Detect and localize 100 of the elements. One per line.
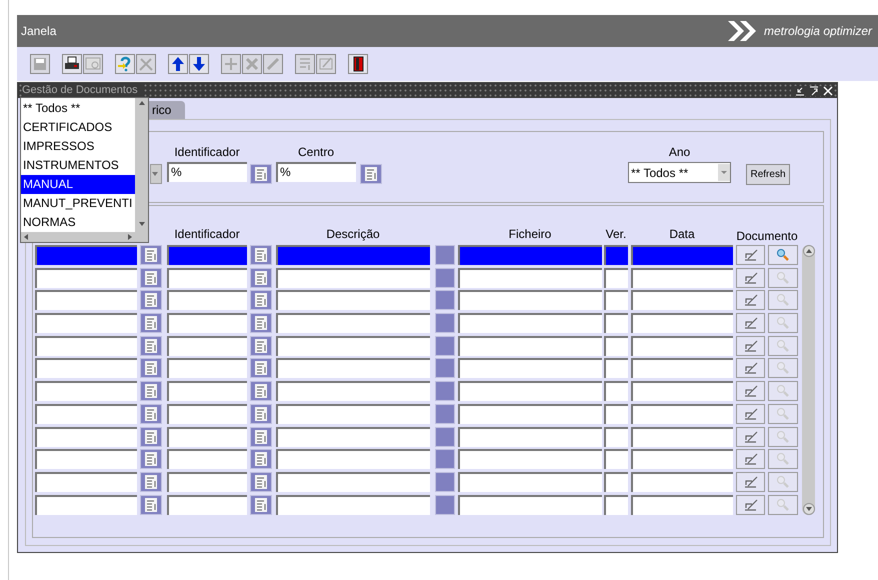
- edit-button[interactable]: [736, 472, 765, 492]
- table-cell[interactable]: [631, 313, 733, 334]
- table-cell[interactable]: [35, 404, 137, 424]
- list-button[interactable]: [250, 449, 272, 470]
- minimize-icon[interactable]: [795, 86, 805, 96]
- menu-item[interactable]: Janela: [17, 22, 56, 40]
- table-cell[interactable]: [631, 381, 733, 402]
- edit-button[interactable]: [736, 245, 765, 265]
- edit-button[interactable]: [736, 404, 765, 424]
- table-cell[interactable]: [167, 426, 247, 446]
- scroll-down-icon[interactable]: [802, 503, 814, 515]
- list-button[interactable]: [250, 494, 272, 515]
- table-cell[interactable]: [604, 313, 628, 334]
- table-cell[interactable]: [604, 336, 628, 356]
- table-cell[interactable]: [276, 381, 430, 402]
- row-marker[interactable]: [435, 268, 455, 288]
- table-cell[interactable]: [167, 381, 247, 402]
- refresh-button[interactable]: Refresh: [746, 164, 790, 185]
- list-button[interactable]: [140, 381, 162, 402]
- row-marker[interactable]: [435, 290, 455, 310]
- edit-button[interactable]: [736, 381, 765, 402]
- list-button[interactable]: [250, 381, 272, 402]
- table-cell[interactable]: [631, 358, 733, 378]
- table-cell[interactable]: [604, 449, 628, 470]
- list-button[interactable]: [140, 472, 162, 492]
- row-marker[interactable]: [435, 313, 455, 334]
- list-button[interactable]: [140, 336, 162, 356]
- list-button[interactable]: [250, 313, 272, 334]
- table-cell[interactable]: [35, 472, 137, 492]
- table-cell[interactable]: [276, 245, 430, 265]
- table-cell[interactable]: [167, 494, 247, 515]
- vertical-scrollbar[interactable]: [802, 245, 815, 515]
- table-cell[interactable]: [276, 268, 430, 288]
- table-cell[interactable]: [276, 358, 430, 378]
- vertical-scrollbar[interactable]: [135, 98, 148, 242]
- table-cell[interactable]: [276, 449, 430, 470]
- list-button[interactable]: [250, 426, 272, 446]
- table-cell[interactable]: [631, 449, 733, 470]
- table-cell[interactable]: [276, 472, 430, 492]
- centro-field[interactable]: %: [276, 162, 356, 182]
- table-cell[interactable]: [167, 404, 247, 424]
- edit-button[interactable]: [736, 268, 765, 288]
- list-button[interactable]: [140, 358, 162, 378]
- horizontal-scrollbar[interactable]: [21, 232, 135, 242]
- row-marker[interactable]: [435, 336, 455, 356]
- dropdown-option[interactable]: MANUAL: [21, 175, 135, 194]
- table-cell[interactable]: [458, 426, 602, 446]
- list-button[interactable]: [250, 290, 272, 310]
- table-cell[interactable]: [35, 336, 137, 356]
- table-cell[interactable]: [167, 472, 247, 492]
- list-button[interactable]: [250, 268, 272, 288]
- list-button[interactable]: [250, 358, 272, 378]
- table-cell[interactable]: [458, 358, 602, 378]
- dropdown-option[interactable]: IMPRESSOS: [21, 137, 135, 156]
- table-cell[interactable]: [631, 426, 733, 446]
- table-cell[interactable]: [276, 336, 430, 356]
- table-cell[interactable]: [631, 245, 733, 265]
- list-button[interactable]: [250, 404, 272, 424]
- row-marker[interactable]: [435, 494, 455, 515]
- tab[interactable]: rico: [149, 101, 185, 119]
- table-cell[interactable]: [631, 494, 733, 515]
- table-cell[interactable]: [167, 358, 247, 378]
- table-cell[interactable]: [604, 472, 628, 492]
- list-button[interactable]: [250, 164, 272, 184]
- table-cell[interactable]: [276, 494, 430, 515]
- year-dropdown[interactable]: ** Todos **: [628, 162, 731, 183]
- table-cell[interactable]: [458, 381, 602, 402]
- table-cell[interactable]: [458, 245, 602, 265]
- row-marker[interactable]: [435, 245, 455, 265]
- table-cell[interactable]: [458, 268, 602, 288]
- list-button[interactable]: [140, 290, 162, 310]
- table-cell[interactable]: [35, 290, 137, 310]
- combo-arrow-button[interactable]: [150, 164, 162, 184]
- row-marker[interactable]: [435, 358, 455, 378]
- table-cell[interactable]: [604, 404, 628, 424]
- scroll-up-icon[interactable]: [802, 245, 814, 257]
- table-cell[interactable]: [35, 245, 137, 265]
- scroll-left-icon[interactable]: [22, 233, 30, 241]
- table-cell[interactable]: [276, 404, 430, 424]
- table-cell[interactable]: [167, 290, 247, 310]
- dropdown-option[interactable]: CERTIFICADOS: [21, 118, 135, 137]
- list-button[interactable]: [250, 245, 272, 265]
- list-button[interactable]: [140, 268, 162, 288]
- table-cell[interactable]: [167, 268, 247, 288]
- table-cell[interactable]: [167, 313, 247, 334]
- list-button[interactable]: [140, 245, 162, 265]
- edit-button[interactable]: [736, 358, 765, 378]
- door-icon[interactable]: [348, 54, 368, 74]
- dropdown-option[interactable]: MANUT_PREVENTI: [21, 194, 135, 213]
- list-button[interactable]: [140, 449, 162, 470]
- list-button[interactable]: [140, 313, 162, 334]
- table-cell[interactable]: [604, 358, 628, 378]
- table-cell[interactable]: [604, 268, 628, 288]
- table-cell[interactable]: [631, 290, 733, 310]
- table-cell[interactable]: [167, 245, 247, 265]
- table-cell[interactable]: [631, 336, 733, 356]
- table-cell[interactable]: [604, 426, 628, 446]
- table-cell[interactable]: [458, 404, 602, 424]
- table-cell[interactable]: [631, 268, 733, 288]
- dropdown-option[interactable]: NORMAS: [21, 213, 135, 232]
